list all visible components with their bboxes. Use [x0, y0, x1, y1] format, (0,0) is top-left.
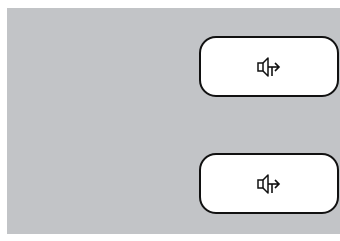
audio-output-button-1[interactable] [199, 36, 339, 97]
speaker-output-icon [256, 55, 282, 79]
audio-output-button-2[interactable] [199, 153, 339, 214]
speaker-output-icon [256, 172, 282, 196]
